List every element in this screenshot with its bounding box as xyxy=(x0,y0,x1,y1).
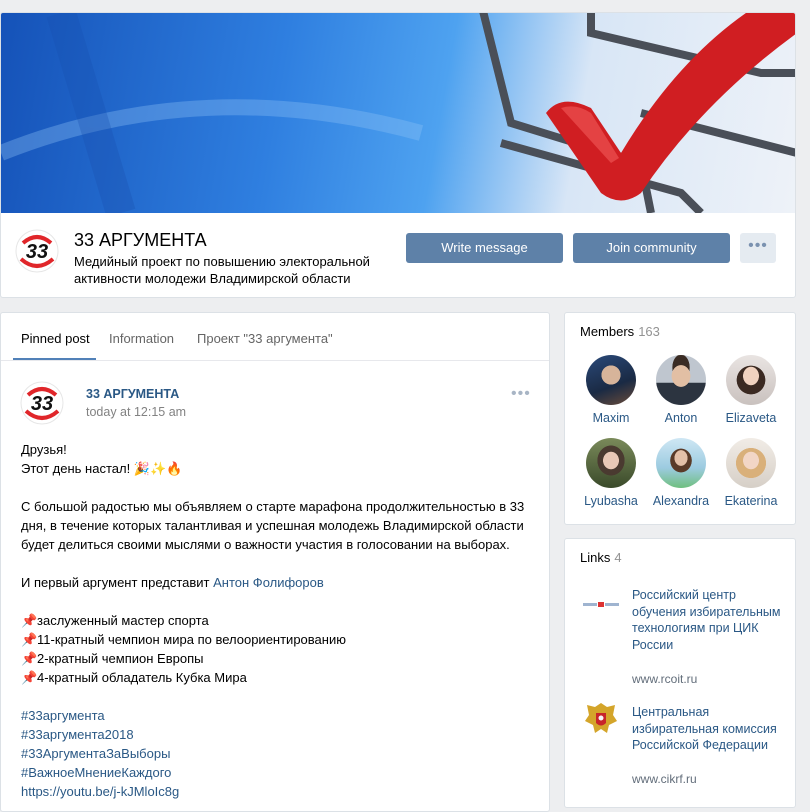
member-name: Maxim xyxy=(592,411,630,425)
group-name: 33 АРГУМЕНТА xyxy=(74,230,207,250)
hashtag-link[interactable]: #33аргумента2018 xyxy=(21,725,134,744)
links-count: 4 xyxy=(614,550,622,565)
member-name: Lyubasha xyxy=(584,494,638,508)
logo-33-icon: 33 xyxy=(20,381,64,425)
group-description: Медийный проект по повышению электоральн… xyxy=(74,254,370,286)
bullet-text: 4-кратный обладатель Кубка Мира xyxy=(37,670,247,685)
pushpin-icon: 📌 xyxy=(21,651,38,666)
bullet-text: 11-кратный чемпион мира по велоориентиро… xyxy=(37,632,346,647)
more-actions-button[interactable]: ••• xyxy=(740,233,776,263)
active-tab-indicator xyxy=(13,358,96,360)
mention-link[interactable]: Антон Фолифоров xyxy=(213,575,324,590)
post-more-button[interactable]: ••• xyxy=(511,385,531,403)
avatar xyxy=(656,355,706,405)
avatar xyxy=(586,355,636,405)
post-text-line: И первый аргумент представит Антон Фолиф… xyxy=(21,573,324,592)
tab-pinned-post[interactable]: Pinned post xyxy=(21,331,90,346)
rcoit-logo-icon[interactable] xyxy=(581,585,621,625)
avatar xyxy=(726,438,776,488)
member-item[interactable]: Ekaterina xyxy=(715,438,787,508)
coat-of-arms-icon[interactable] xyxy=(581,699,621,739)
avatar xyxy=(656,438,706,488)
link-title[interactable]: Центральная избирательная комиссия Росси… xyxy=(632,704,782,754)
post-text-line: Друзья! xyxy=(21,442,67,457)
bullet-text: 2-кратный чемпион Европы xyxy=(37,651,204,666)
hashtag-link[interactable]: #33АргументаЗаВыборы xyxy=(21,744,170,763)
bullet-item: 📌заслуженный мастер спорта xyxy=(21,611,209,630)
logo-33-icon: 33 xyxy=(15,229,59,273)
avatar xyxy=(726,355,776,405)
wall-tabs: Pinned post Information Проект "33 аргум… xyxy=(1,313,549,361)
hashtag-link[interactable]: #33аргумента xyxy=(21,706,105,725)
write-message-button[interactable]: Write message xyxy=(406,233,563,263)
member-name: Ekaterina xyxy=(724,494,778,508)
member-name: Alexandra xyxy=(652,494,710,508)
link-url: www.rcoit.ru xyxy=(632,672,698,686)
argument-intro: И первый аргумент представит xyxy=(21,575,214,590)
post-text-line: дня, в течение которых талантливая и усп… xyxy=(21,518,524,533)
svg-text:33: 33 xyxy=(26,241,48,263)
member-item[interactable]: Alexandra xyxy=(645,438,717,508)
cover-image xyxy=(1,13,795,213)
bullet-item: 📌11-кратный чемпион мира по велоориентир… xyxy=(21,630,346,649)
bullet-item: 📌4-кратный обладатель Кубка Мира xyxy=(21,668,247,687)
post-time[interactable]: today at 12:15 am xyxy=(86,405,186,419)
link-title[interactable]: Российский центр обучения избирательным … xyxy=(632,587,782,653)
member-item[interactable]: Anton xyxy=(645,355,717,425)
links-title[interactable]: Links 4 xyxy=(580,550,622,565)
bullet-item: 📌2-кратный чемпион Европы xyxy=(21,649,203,668)
post-text-line: будет делиться своими мыслями о важности… xyxy=(21,537,510,552)
members-title[interactable]: Members 163 xyxy=(580,324,660,339)
links-block: Links 4 Российский центр обучения избират… xyxy=(564,538,796,808)
member-name: Anton xyxy=(664,411,698,425)
svg-text:33: 33 xyxy=(31,393,53,415)
hashtag-link[interactable]: #ВажноеМнениеКаждого xyxy=(21,763,171,782)
tab-project[interactable]: Проект "33 аргумента" xyxy=(197,331,333,346)
youtube-link[interactable]: https://youtu.be/j-kJMloIc8g xyxy=(21,782,179,801)
members-count: 163 xyxy=(638,324,660,339)
post-text-line: С большой радостью мы объявляем о старте… xyxy=(21,499,525,514)
bullet-text: заслуженный мастер спорта xyxy=(37,613,209,628)
member-item[interactable]: Elizaveta xyxy=(715,355,787,425)
pushpin-icon: 📌 xyxy=(21,613,38,628)
avatar xyxy=(586,438,636,488)
members-label: Members xyxy=(580,324,635,339)
group-logo[interactable]: 33 xyxy=(15,229,59,273)
post-author[interactable]: 33 АРГУМЕНТА xyxy=(86,387,179,401)
link-url: www.cikrf.ru xyxy=(632,772,697,786)
community-header: 33 33 АРГУМЕНТА Медийный проект по повыш… xyxy=(0,12,796,298)
pushpin-icon: 📌 xyxy=(21,670,38,685)
pushpin-icon: 📌 xyxy=(21,632,38,647)
ballot-checkbox-illustration xyxy=(1,13,795,213)
member-item[interactable]: Maxim xyxy=(575,355,647,425)
member-item[interactable]: Lyubasha xyxy=(575,438,647,508)
wall: Pinned post Information Проект "33 аргум… xyxy=(0,312,550,812)
member-name: Elizaveta xyxy=(725,411,777,425)
tab-information[interactable]: Information xyxy=(109,331,174,346)
post-text-line: Этот день настал! 🎉✨🔥 xyxy=(21,461,183,476)
members-block: Members 163 Maxim Anton Elizaveta Lyubash… xyxy=(564,312,796,525)
links-label: Links xyxy=(580,550,611,565)
join-community-button[interactable]: Join community xyxy=(573,233,730,263)
post-author-avatar[interactable]: 33 xyxy=(20,381,64,425)
